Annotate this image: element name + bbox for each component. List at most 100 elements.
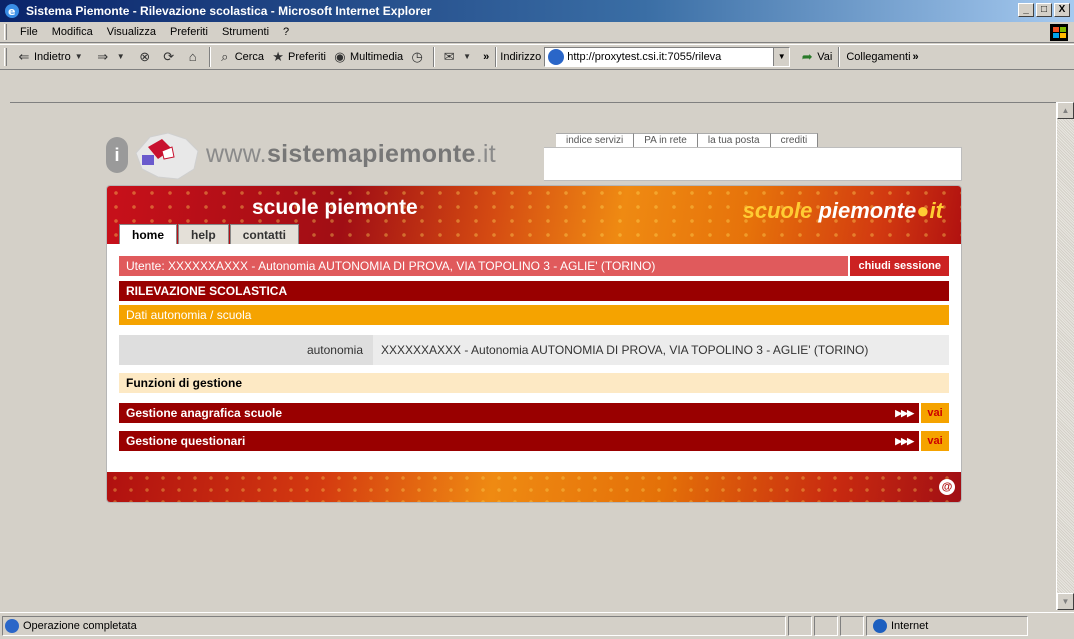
gestione-questionari-row[interactable]: Gestione questionari ▶▶▶ vai [119,431,949,451]
menu-visualizza[interactable]: Visualizza [100,26,163,38]
tab-contatti[interactable]: contatti [229,224,300,244]
vai-button[interactable]: vai [919,431,949,451]
windows-logo-icon [1050,24,1068,41]
forward-arrow-icon: ⇒ [97,49,109,64]
site-prefix: www. [206,140,267,168]
refresh-button[interactable]: ⟳ [158,49,182,65]
autonomia-value: XXXXXXAXXX - Autonomia AUTONOMIA DI PROV… [373,335,949,365]
portal-site-name[interactable]: www.sistemapiemonte.it [206,140,496,169]
home-button[interactable]: ⌂ [182,49,206,65]
toolbar-separator [208,47,211,67]
close-window-button[interactable]: X [1054,3,1070,17]
menu-preferiti[interactable]: Preferiti [163,26,215,38]
gestione-anagrafica-row[interactable]: Gestione anagrafica scuole ▶▶▶ vai [119,403,949,423]
site-name-bold: sistemapiemonte [266,140,476,168]
scuole-banner: scuole piemonte scuole piemonte●it home … [107,186,961,244]
functions-title: Funzioni di gestione [119,373,949,393]
search-button[interactable]: ⌕ Cerca [214,49,267,65]
maximize-button[interactable]: □ [1036,3,1052,17]
page-done-icon [5,619,19,633]
link-la-tua-posta[interactable]: la tua posta [697,133,771,147]
portal-links: indice servizi PA in rete la tua posta c… [556,133,819,147]
vai-button[interactable]: vai [919,403,949,423]
arrows-icon: ▶▶▶ [895,408,914,418]
address-bar[interactable]: http://proxytest.csi.it:7055/rileva ▼ [544,47,791,67]
dropdown-icon: ▼ [116,52,125,61]
media-icon: ◉ [334,49,346,64]
address-dropdown-button[interactable]: ▼ [773,48,790,66]
toolbar-separator [838,47,841,67]
user-info-row: Utente: XXXXXXAXXX - Autonomia AUTONOMIA… [119,256,949,276]
gestione-questionari-label[interactable]: Gestione questionari [126,434,245,448]
tab-home[interactable]: home [119,224,178,244]
dropdown-icon: ▼ [74,52,83,61]
status-cell [840,616,864,636]
banner-brand-logo: scuole piemonte●it [743,198,943,224]
refresh-icon: ⟳ [163,49,175,64]
autonomia-label: autonomia [306,343,363,357]
security-zone: Internet [866,616,1028,636]
subsection-title: Dati autonomia / scuola [119,305,949,325]
link-crediti[interactable]: crediti [770,133,819,147]
menu-file[interactable]: File [13,26,45,38]
media-button[interactable]: ◉ Multimedia [329,49,406,65]
favorites-button[interactable]: ★ Preferiti [267,49,329,65]
link-pa-in-rete[interactable]: PA in rete [634,133,698,147]
status-message-area: Operazione completata [2,616,786,636]
section-title: RILEVAZIONE SCOLASTICA [119,281,949,301]
links-overflow: » [912,51,919,63]
stop-button[interactable]: ⊗ [134,49,158,65]
brand-part-piemonte: piemonte [818,198,917,223]
site-suffix: .it [475,140,497,168]
dropdown-icon: ▼ [463,52,472,61]
menu-help[interactable]: ? [276,26,296,38]
menu-modifica[interactable]: Modifica [45,26,100,38]
gestione-anagrafica-label[interactable]: Gestione anagrafica scuole [126,406,282,420]
minimize-button[interactable]: _ [1018,3,1034,17]
back-label: Indietro [34,51,71,63]
back-button[interactable]: ⇐ Indietro ▼ [13,49,92,65]
browser-toolbar: ⇐ Indietro ▼ ⇒ ▼ ⊗ ⟳ ⌂ ⌕ Cerca ★ Preferi… [0,44,1074,70]
links-button[interactable]: Collegamenti » [843,51,921,63]
toolbar-overflow-button[interactable]: » [480,51,492,63]
status-bar: Operazione completata Internet [0,612,1074,639]
links-label: Collegamenti [846,51,911,63]
mail-icon: ✉ [443,49,455,64]
banner-title: scuole piemonte [252,196,418,219]
user-info-text: Utente: XXXXXXAXXX - Autonomia AUTONOMIA… [126,259,656,273]
tab-help[interactable]: help [178,224,229,244]
address-label: Indirizzo [500,51,542,63]
logout-button[interactable]: chiudi sessione [848,256,949,276]
go-arrow-icon: ➦ [801,49,813,64]
piemonte-map-logo-icon [135,132,199,180]
vertical-scrollbar[interactable]: ▲ ▼ [1056,102,1074,610]
footer-pattern [107,472,961,502]
portal-header-frame [544,147,962,181]
go-label: Vai [817,51,833,63]
footer-banner: @ [107,472,961,502]
menu-strumenti[interactable]: Strumenti [215,26,276,38]
history-button[interactable]: ◷ [406,49,430,65]
at-email-icon[interactable]: @ [939,479,955,495]
address-value[interactable]: http://proxytest.csi.it:7055/rileva [567,51,721,63]
mail-button[interactable]: ✉ ▼ [438,49,480,65]
internet-zone-icon [873,619,887,633]
arrows-icon: ▶▶▶ [895,436,914,446]
scroll-up-button[interactable]: ▲ [1057,102,1074,119]
scroll-down-button[interactable]: ▼ [1057,593,1074,610]
page-icon [548,49,565,65]
search-icon: ⌕ [221,49,229,64]
info-logo-icon: i [106,137,128,173]
stop-icon: ⊗ [139,49,151,64]
favorites-icon: ★ [272,49,284,64]
tab-bar: home help contatti [119,224,300,244]
favorites-label: Preferiti [288,51,326,63]
forward-button[interactable]: ⇒ ▼ [92,49,134,65]
status-cell [814,616,838,636]
home-icon: ⌂ [188,49,197,64]
window-titlebar: e Sistema Piemonte - Rilevazione scolast… [0,0,1074,22]
menubar-grip [4,24,7,40]
portal-header: i www.sistemapiemonte.it indice servizi … [106,125,962,185]
link-indice-servizi[interactable]: indice servizi [556,133,635,147]
go-button[interactable]: ➦ Vai [796,49,835,65]
